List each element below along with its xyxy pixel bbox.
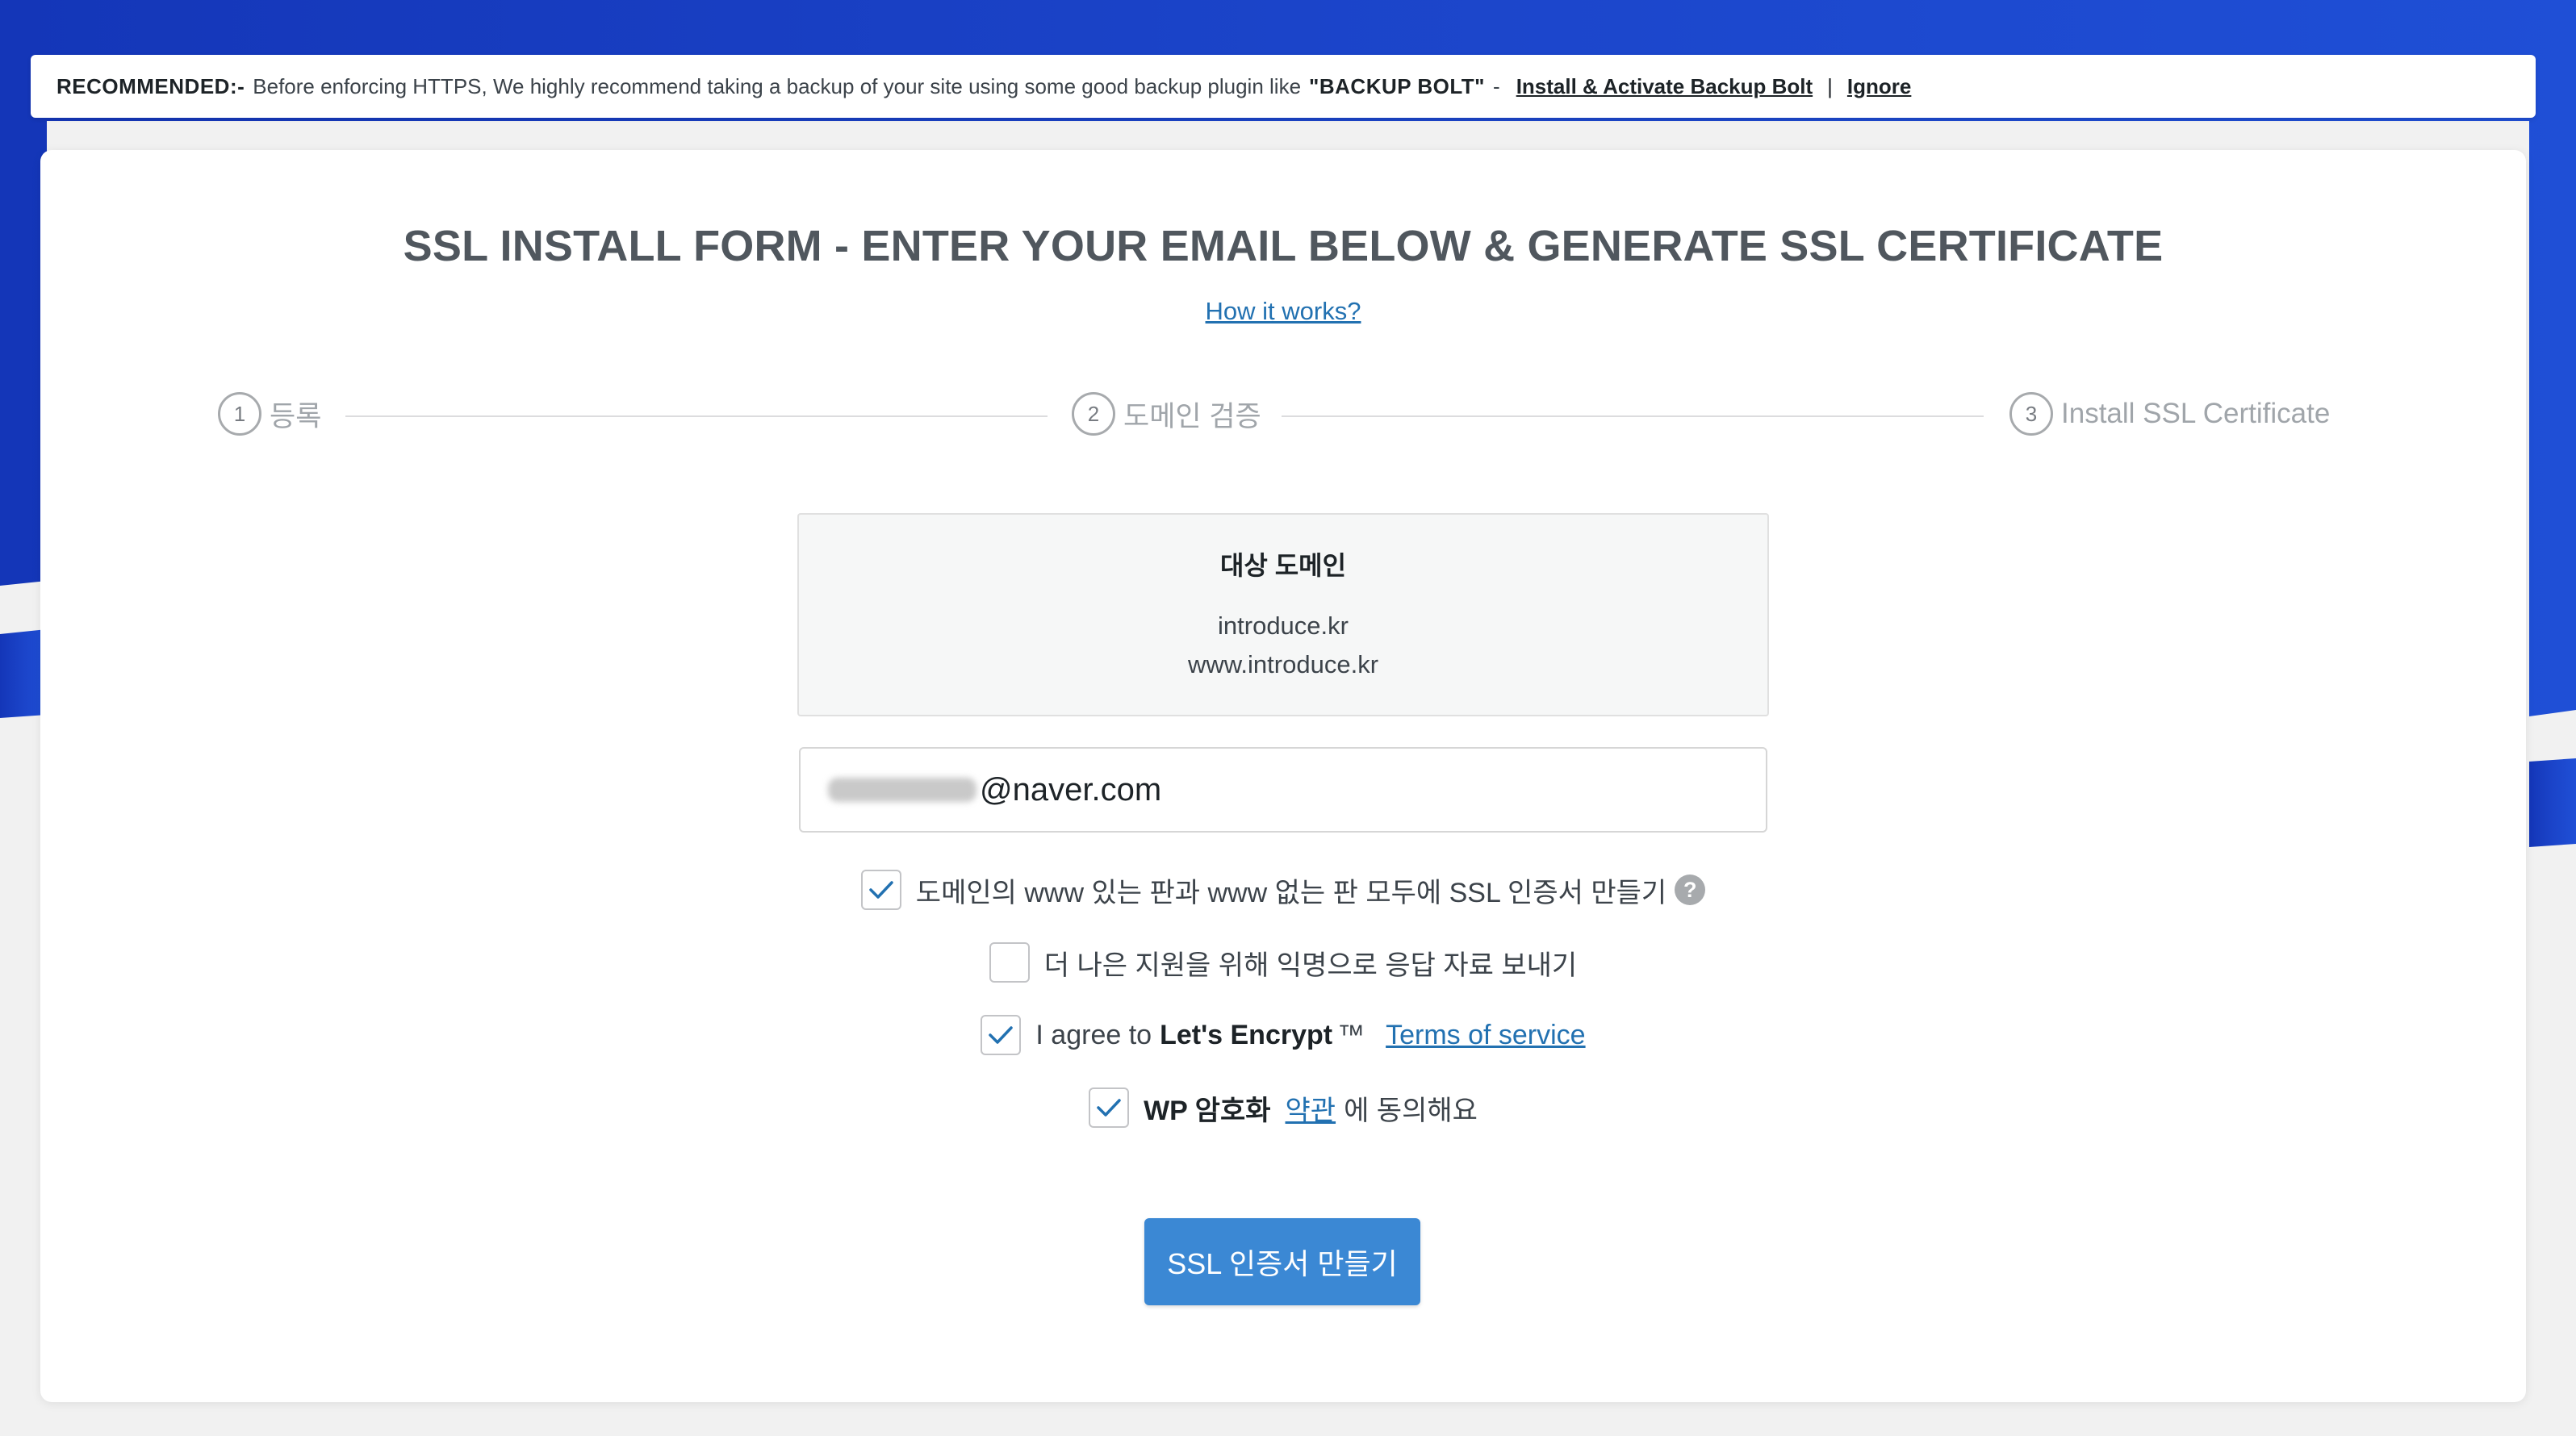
redacted-username (828, 778, 976, 802)
option-www-both: 도메인의 www 있는 판과 www 없는 판 모두에 SSL 인증서 만들기 … (40, 870, 2526, 910)
notice-separator: | (1827, 73, 1833, 98)
ssl-install-card: SSL INSTALL FORM - ENTER YOUR EMAIL BELO… (40, 150, 2526, 1402)
step-domain-verify: 2 도메인 검증 (1072, 392, 1261, 436)
check-icon (1097, 1099, 1121, 1117)
option-anonymous-data: 더 나은 지원을 위해 익명으로 응답 자료 보내기 (40, 942, 2526, 983)
wp-encryption-suffix: 에 동의해요 (1344, 1095, 1478, 1126)
email-field[interactable]: @naver.com (799, 747, 1767, 833)
domain-item: www.introduce.kr (1187, 650, 1379, 678)
help-icon[interactable]: ? (1675, 875, 1706, 905)
email-domain: @naver.com (980, 771, 1162, 808)
target-domains-box: 대상 도메인 introduce.kr www.introduce.kr (797, 513, 1769, 716)
anonymous-data-label: 더 나은 지원을 위해 익명으로 응답 자료 보내기 (1043, 950, 1578, 981)
option-letsencrypt-agree: I agree to Let's Encrypt ™ Terms of serv… (40, 1015, 2526, 1055)
notice-label: RECOMMENDED:- (56, 73, 245, 98)
step-number: 1 (218, 392, 261, 436)
step-label: 등록 (270, 400, 322, 432)
terms-of-service-link[interactable]: Terms of service (1386, 1020, 1586, 1051)
step-number: 2 (1072, 392, 1115, 436)
step-label: 도메인 검증 (1123, 400, 1261, 432)
agree-prefix: I agree to (1035, 1019, 1152, 1050)
wp-encryption-checkbox[interactable] (1089, 1087, 1130, 1128)
www-both-label: 도메인의 www 있는 판과 www 없는 판 모두에 SSL 인증서 만들기 (915, 877, 1667, 908)
trademark: ™ (1337, 1019, 1365, 1050)
step-label: Install SSL Certificate (2061, 398, 2331, 429)
check-icon (989, 1026, 1014, 1044)
domain-item: introduce.kr (1218, 612, 1349, 640)
step-connector (345, 415, 1048, 417)
option-wp-encryption-agree: WP 암호화 약관 에 동의해요 (40, 1087, 2526, 1128)
how-it-works-link[interactable]: How it works? (1206, 297, 1361, 325)
generate-ssl-button[interactable]: SSL 인증서 만들기 (1144, 1218, 1420, 1305)
www-both-checkbox[interactable] (860, 870, 901, 910)
letsencrypt-checkbox[interactable] (981, 1015, 1022, 1055)
step-register: 1 등록 (218, 392, 321, 436)
target-domains-title: 대상 도메인 (1219, 551, 1347, 580)
ignore-link[interactable]: Ignore (1847, 74, 1911, 99)
install-backup-bolt-link[interactable]: Install & Activate Backup Bolt (1516, 74, 1813, 99)
anonymous-data-checkbox[interactable] (989, 942, 1030, 983)
page-title: SSL INSTALL FORM - ENTER YOUR EMAIL BELO… (403, 222, 2164, 270)
step-connector (1282, 415, 1984, 417)
step-number: 3 (2009, 392, 2053, 436)
check-icon (869, 881, 893, 899)
notice-plugin-name: "BACKUP BOLT" (1309, 73, 1486, 98)
notice-dash: - (1493, 73, 1500, 98)
notice-text: Before enforcing HTTPS, We highly recomm… (253, 73, 1302, 98)
step-install-ssl: 3 Install SSL Certificate (2009, 392, 2330, 436)
wp-encryption-brand: WP 암호화 (1144, 1095, 1271, 1126)
letsencrypt-brand: Let's Encrypt (1160, 1019, 1333, 1050)
recommended-notice: RECOMMENDED:- Before enforcing HTTPS, We… (31, 55, 2536, 118)
wp-encryption-terms-link[interactable]: 약관 (1286, 1088, 1336, 1128)
